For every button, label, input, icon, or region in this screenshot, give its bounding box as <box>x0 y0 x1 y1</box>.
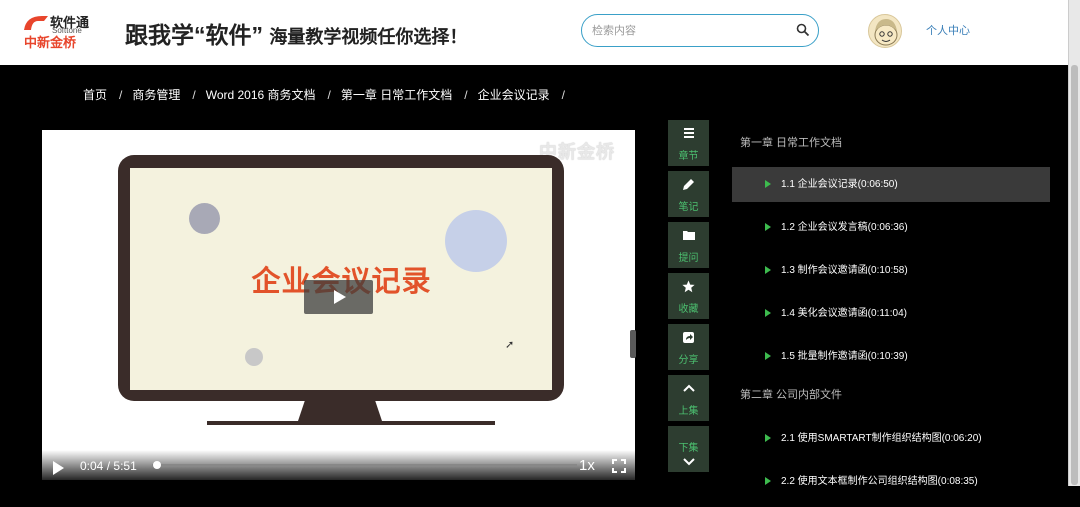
mouse-cursor-icon: ➚ <box>505 339 515 351</box>
user-center-link[interactable]: 个人中心 <box>926 22 970 38</box>
tool-label: 提问 <box>678 253 699 264</box>
search-box <box>581 14 819 47</box>
lesson-label: 1.5 批量制作邀请函(0:10:39) <box>781 351 908 362</box>
chapter-title: 第一章 日常工作文档 <box>740 137 843 149</box>
slogan-main: 跟我学“软件” <box>125 22 263 48</box>
share-button[interactable]: 分享 <box>668 324 709 370</box>
search-input[interactable] <box>592 22 782 40</box>
lesson-item[interactable]: 1.5 批量制作邀请函(0:10:39) <box>732 339 1050 374</box>
play-triangle-icon <box>765 309 771 317</box>
breadcrumb-course[interactable]: Word 2016 商务文档 <box>206 88 316 102</box>
chapter-title: 第二章 公司内部文件 <box>740 389 843 401</box>
slogan-rest: 海量教学视频任你选择！ <box>269 27 468 47</box>
lesson-item[interactable]: 2.1 使用SMARTART制作组织结构图(0:06:20) <box>732 421 1050 456</box>
breadcrumb-separator: / <box>192 88 196 102</box>
big-play-button[interactable] <box>304 280 373 314</box>
tool-label: 下集 <box>678 443 699 454</box>
favorite-button[interactable]: 收藏 <box>668 273 709 319</box>
chevron-up-icon <box>682 384 695 392</box>
page-scrollbar[interactable] <box>1068 0 1080 486</box>
avatar-face-icon <box>874 19 898 46</box>
breadcrumb-separator: / <box>561 88 565 102</box>
pencil-icon <box>683 178 694 190</box>
video-controls: 0:04 / 5:51 1x <box>42 450 635 480</box>
duration: 5:51 <box>113 459 137 473</box>
logo-mark-icon <box>24 16 48 30</box>
video-player[interactable]: 中新金桥 企业会议记录 ➚ 0:04 / 5:51 1x <box>42 130 635 480</box>
breadcrumb-separator: / <box>119 88 123 102</box>
breadcrumb: 首页 / 商务管理 / Word 2016 商务文档 / 第一章 日常工作文档 / 企业会议记录… <box>83 86 575 103</box>
ask-question-button[interactable]: 提问 <box>668 222 709 268</box>
lesson-item[interactable]: 1.3 制作会议邀请函(0:10:58) <box>732 253 1050 288</box>
lesson-item[interactable]: 1.1 企业会议记录(0:06:50) <box>732 167 1050 202</box>
slide-monitor-base <box>207 421 495 425</box>
lesson-label: 1.3 制作会议邀请函(0:10:58) <box>781 265 908 276</box>
panel-resize-handle[interactable] <box>630 330 636 358</box>
breadcrumb-separator: / <box>464 88 468 102</box>
slide-decor-circle <box>245 348 263 366</box>
slide-monitor-stand <box>298 401 382 421</box>
time-display: 0:04 / 5:51 <box>80 459 137 473</box>
breadcrumb-chapter[interactable]: 第一章 日常工作文档 <box>341 88 452 102</box>
share-icon <box>683 331 694 343</box>
chapter-list: 第一章 日常工作文档 1.1 企业会议记录(0:06:50) 1.2 企业会议发… <box>732 130 1050 507</box>
lesson-item[interactable]: 2.2 使用文本框制作公司组织结构图(0:08:35) <box>732 464 1050 499</box>
tool-label: 笔记 <box>678 202 699 213</box>
brand-chinese: 中新金桥 <box>24 35 77 50</box>
play-triangle-icon <box>765 180 771 188</box>
breadcrumb-home[interactable]: 首页 <box>83 88 107 102</box>
lesson-label: 2.1 使用SMARTART制作组织结构图(0:06:20) <box>781 433 982 444</box>
top-header: 软件通 Softtone 中新金桥 跟我学“软件” 海量教学视频任你选择！ 个人… <box>0 0 1080 65</box>
tool-label: 上集 <box>678 406 699 417</box>
slide-decor-circle <box>189 203 220 234</box>
progress-bar[interactable] <box>152 464 577 467</box>
chapters-button[interactable]: 章节 <box>668 120 709 166</box>
notes-button[interactable]: 笔记 <box>668 171 709 217</box>
current-time: 0:04 <box>80 459 104 473</box>
play-triangle-icon <box>765 477 771 485</box>
play-triangle-icon <box>765 223 771 231</box>
side-toolbar: 章节 笔记 提问 收藏 分享 上集 下集 <box>668 120 709 477</box>
lesson-label: 2.2 使用文本框制作公司组织结构图(0:08:35) <box>781 476 978 487</box>
scrollbar-thumb[interactable] <box>1071 65 1078 485</box>
slogan: 跟我学“软件” 海量教学视频任你选择！ <box>125 16 467 50</box>
breadcrumb-separator: / <box>327 88 331 102</box>
play-triangle-icon <box>765 434 771 442</box>
star-icon <box>682 280 695 292</box>
play-triangle-icon <box>765 266 771 274</box>
lesson-label: 1.1 企业会议记录(0:06:50) <box>781 179 898 190</box>
play-triangle-icon <box>765 352 771 360</box>
play-button[interactable] <box>53 461 64 475</box>
chevron-down-icon <box>682 458 695 466</box>
lesson-label: 1.4 美化会议邀请函(0:11:04) <box>781 308 907 319</box>
search-icon[interactable] <box>796 23 810 37</box>
lesson-label: 1.2 企业会议发言稿(0:06:36) <box>781 222 908 233</box>
tool-label: 收藏 <box>678 304 699 315</box>
tool-label: 分享 <box>678 355 699 366</box>
breadcrumb-lesson[interactable]: 企业会议记录 <box>478 88 550 102</box>
breadcrumb-business[interactable]: 商务管理 <box>132 88 180 102</box>
tool-label: 章节 <box>678 151 699 162</box>
progress-handle[interactable] <box>152 461 161 469</box>
logo[interactable]: 软件通 Softtone 中新金桥 <box>22 12 94 50</box>
next-episode-button[interactable]: 下集 <box>668 426 709 472</box>
folder-icon <box>682 231 695 240</box>
list-icon <box>683 128 694 138</box>
fullscreen-icon[interactable] <box>612 459 626 473</box>
lesson-item[interactable]: 1.4 美化会议邀请函(0:11:04) <box>732 296 1050 331</box>
time-separator: / <box>106 459 111 473</box>
avatar[interactable] <box>868 14 902 48</box>
lesson-item[interactable]: 1.2 企业会议发言稿(0:06:36) <box>732 210 1050 245</box>
previous-episode-button[interactable]: 上集 <box>668 375 709 421</box>
playback-speed-button[interactable]: 1x <box>579 457 595 474</box>
